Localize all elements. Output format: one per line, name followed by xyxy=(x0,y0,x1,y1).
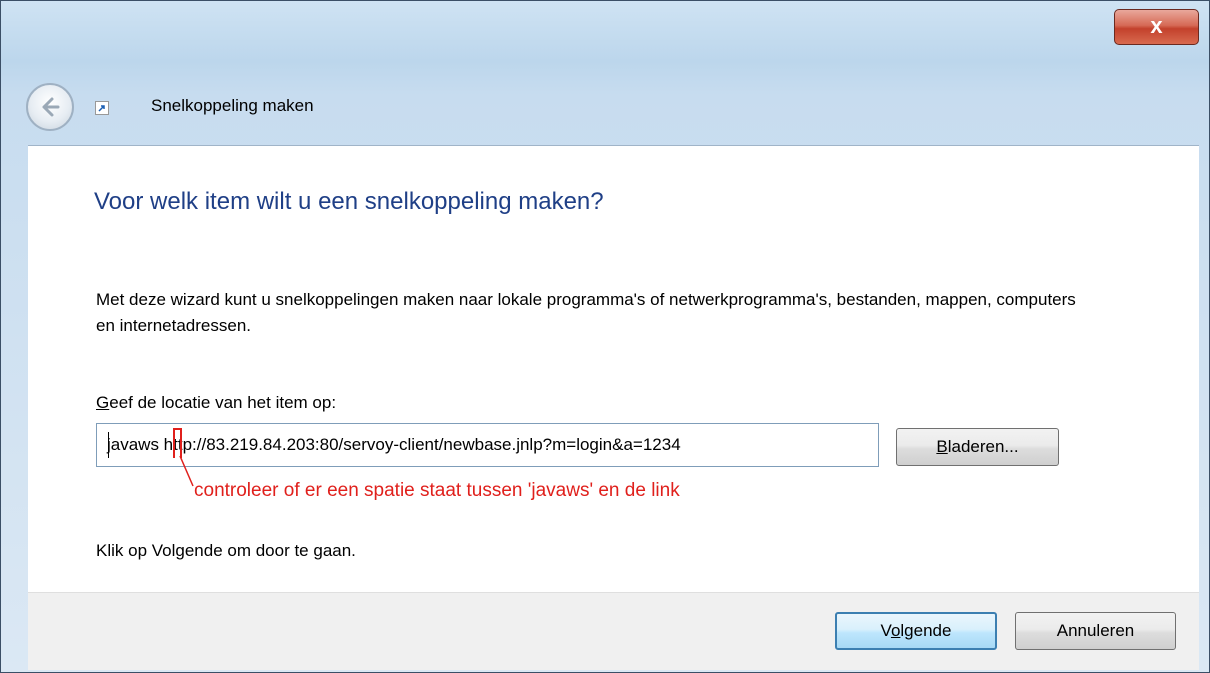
page-heading: Voor welk item wilt u een snelkoppeling … xyxy=(94,188,604,215)
next-label-hotkey: o xyxy=(890,621,901,640)
footer-instruction: Klik op Volgende om door te gaan. xyxy=(96,541,356,560)
cancel-button[interactable]: Annuleren xyxy=(1015,612,1176,650)
browse-button[interactable]: Bladeren... xyxy=(896,428,1059,466)
back-button[interactable] xyxy=(26,83,74,131)
browse-button-label: laderen... xyxy=(947,437,1019,456)
location-input-value: javaws http://83.219.84.203:80/servoy-cl… xyxy=(107,435,681,454)
browse-button-hotkey: B xyxy=(936,437,948,456)
wizard-window: x Snelkoppeling maken Voor welk item wil… xyxy=(0,0,1210,673)
next-label-post: lgende xyxy=(900,621,952,640)
close-button[interactable]: x xyxy=(1114,9,1199,45)
location-label-hotkey: G xyxy=(96,393,110,412)
next-label-pre: V xyxy=(880,621,891,640)
location-label-text: eef de locatie van het item op: xyxy=(109,393,337,412)
description-text: Met deze wizard kunt u snelkoppelingen m… xyxy=(96,290,1076,335)
wizard-title: Snelkoppeling maken xyxy=(151,96,314,115)
location-input[interactable]: javaws http://83.219.84.203:80/servoy-cl… xyxy=(96,423,879,467)
next-button[interactable]: Volgende xyxy=(835,612,997,650)
text-caret xyxy=(108,432,109,458)
space-highlight-marker xyxy=(173,428,182,458)
location-label: Geef de locatie van het item op: xyxy=(96,393,336,413)
annotation-text: controleer of er een spatie staat tussen… xyxy=(194,480,680,501)
shortcut-icon xyxy=(95,101,109,115)
back-arrow-icon xyxy=(42,97,60,117)
close-icon: x xyxy=(1150,13,1163,38)
